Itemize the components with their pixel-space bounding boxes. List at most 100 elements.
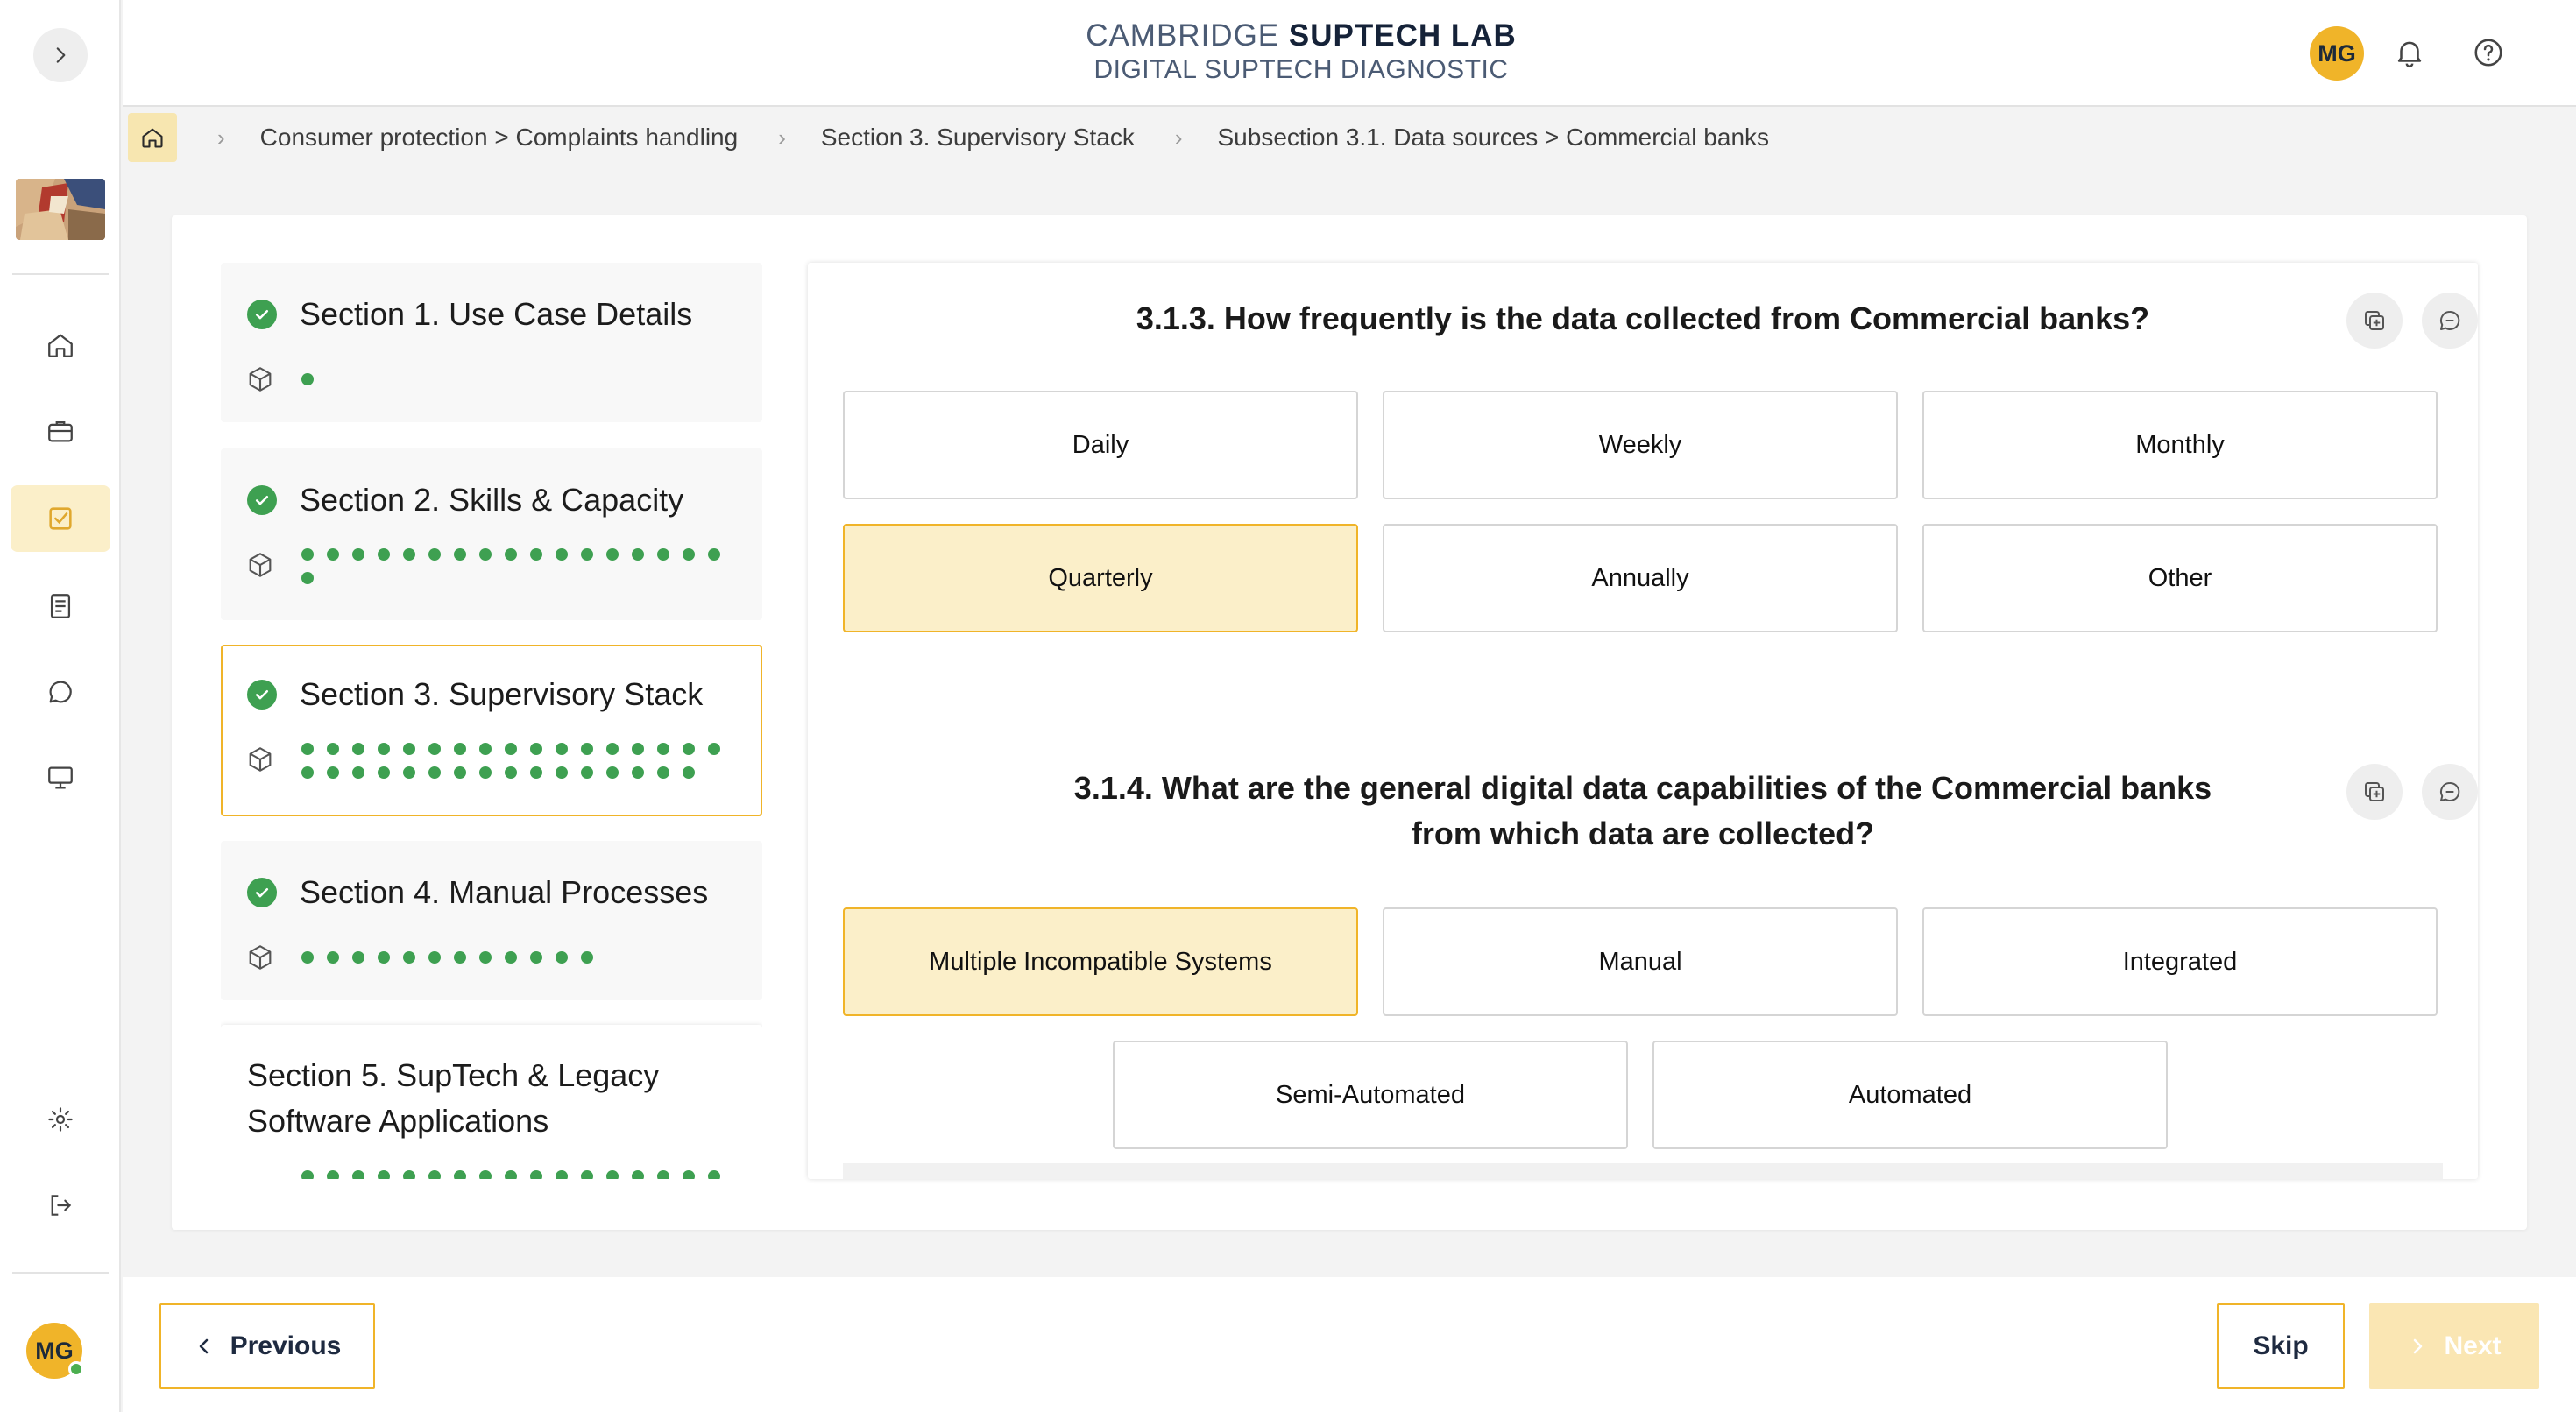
option-weekly[interactable]: Weekly [1383,391,1898,499]
nav-settings[interactable] [11,1086,110,1153]
question-dot[interactable] [683,766,695,779]
question-dot[interactable] [327,1170,339,1179]
question-dot[interactable] [454,766,466,779]
question-dot[interactable] [301,548,314,561]
question-dot[interactable] [352,548,364,561]
question-dot[interactable] [352,951,364,964]
question-dot[interactable] [479,548,492,561]
comment-button[interactable] [2422,764,2478,820]
breadcrumb-item[interactable]: Section 3. Supervisory Stack [821,124,1135,152]
question-dot[interactable] [403,766,415,779]
previous-button[interactable]: Previous [159,1303,375,1389]
question-dot[interactable] [505,743,517,755]
question-dot[interactable] [581,548,593,561]
question-dot[interactable] [606,1170,619,1179]
question-dot[interactable] [556,766,568,779]
question-dot[interactable] [683,1170,695,1179]
question-dot[interactable] [556,548,568,561]
question-dot[interactable] [428,766,441,779]
question-dot[interactable] [403,1170,415,1179]
question-dot[interactable] [301,951,314,964]
question-dot[interactable] [556,951,568,964]
question-dot[interactable] [454,1170,466,1179]
question-dot[interactable] [708,548,720,561]
question-dot[interactable] [632,548,644,561]
question-dot[interactable] [657,1170,669,1179]
question-dot[interactable] [327,951,339,964]
question-dot[interactable] [327,548,339,561]
question-dot[interactable] [403,743,415,755]
section-card-2[interactable]: Section 2. Skills & Capacity [221,448,762,620]
question-dot[interactable] [606,743,619,755]
question-dot[interactable] [454,951,466,964]
breadcrumb-item[interactable]: Consumer protection > Complaints handlin… [260,124,739,152]
notifications-button[interactable] [2388,32,2431,74]
question-dot[interactable] [683,548,695,561]
question-dot[interactable] [327,743,339,755]
question-dot[interactable] [403,548,415,561]
section-card-3[interactable]: Section 3. Supervisory Stack [221,645,762,816]
question-dot[interactable] [657,766,669,779]
questions-panel[interactable]: 3.1.3. How frequently is the data collec… [808,263,2478,1179]
question-dot[interactable] [632,1170,644,1179]
question-dot[interactable] [632,743,644,755]
option-manual[interactable]: Manual [1383,907,1898,1016]
question-dot[interactable] [556,1170,568,1179]
section-card-1[interactable]: Section 1. Use Case Details [221,263,762,422]
question-dot[interactable] [428,743,441,755]
nav-documents[interactable] [11,573,110,639]
project-thumbnail[interactable] [16,179,105,240]
question-dot[interactable] [403,951,415,964]
question-dot[interactable] [632,766,644,779]
question-dot[interactable] [556,743,568,755]
question-dot[interactable] [352,766,364,779]
help-button[interactable] [2467,32,2509,74]
question-dot[interactable] [327,766,339,779]
user-avatar[interactable]: MG [26,1323,84,1379]
add-note-button[interactable] [2346,293,2403,349]
question-dot[interactable] [708,743,720,755]
question-dot[interactable] [530,548,542,561]
question-dot[interactable] [505,766,517,779]
option-semi-automated[interactable]: Semi-Automated [1113,1041,1628,1149]
question-dot[interactable] [530,1170,542,1179]
question-dot[interactable] [479,951,492,964]
question-dot[interactable] [301,1170,314,1179]
skip-button[interactable]: Skip [2217,1303,2345,1389]
question-dot[interactable] [581,766,593,779]
question-dot[interactable] [581,743,593,755]
breadcrumb-home[interactable] [128,113,177,162]
expand-sidebar-button[interactable] [33,28,88,82]
option-automated[interactable]: Automated [1652,1041,2168,1149]
header-avatar[interactable]: MG [2310,26,2364,81]
nav-presentation[interactable] [11,745,110,811]
question-dot[interactable] [352,1170,364,1179]
question-dot[interactable] [301,766,314,779]
question-dot[interactable] [378,766,390,779]
nav-chat[interactable] [11,659,110,725]
add-note-button[interactable] [2346,764,2403,820]
question-dot[interactable] [530,766,542,779]
nav-diagnostic[interactable] [11,485,110,552]
breadcrumb-item[interactable]: Subsection 3.1. Data sources > Commercia… [1218,124,1770,152]
question-dot[interactable] [479,743,492,755]
question-dot[interactable] [479,766,492,779]
question-dot[interactable] [454,743,466,755]
question-dot[interactable] [581,1170,593,1179]
section-card-5[interactable]: Section 5. SupTech & Legacy Software App… [221,1025,762,1179]
section-card-4[interactable]: Section 4. Manual Processes [221,841,762,1000]
nav-portfolio[interactable] [11,398,110,464]
question-dot[interactable] [606,766,619,779]
question-dot[interactable] [606,548,619,561]
option-monthly[interactable]: Monthly [1922,391,2438,499]
question-dot[interactable] [301,373,314,385]
question-dot[interactable] [378,743,390,755]
question-dot[interactable] [505,548,517,561]
question-dot[interactable] [581,951,593,964]
option-annually[interactable]: Annually [1383,524,1898,632]
question-dot[interactable] [378,548,390,561]
question-dot[interactable] [479,1170,492,1179]
question-dot[interactable] [657,548,669,561]
question-dot[interactable] [505,951,517,964]
option-integrated[interactable]: Integrated [1922,907,2438,1016]
